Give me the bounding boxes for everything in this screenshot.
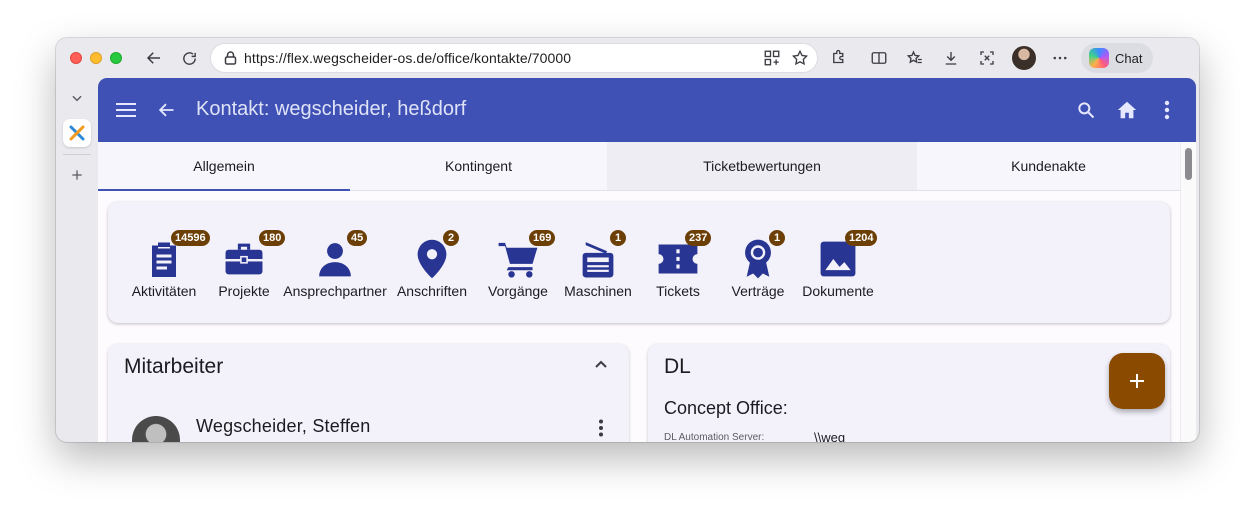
field-value: \\weg [814,430,846,442]
page-viewport: Kontakt: wegscheider, heßdorf Allgemein … [98,78,1196,442]
copilot-chat-button[interactable]: Chat [1081,43,1153,73]
scrollbar-thumb[interactable] [1185,148,1192,180]
tab-bar: Allgemein Kontingent Ticketbewertungen K… [98,142,1180,191]
tab-kundenakte[interactable]: Kundenakte [917,142,1180,190]
favorite-star-icon[interactable] [791,49,809,72]
quick-access-card: 14596 Aktivitäten 180 Projekte 45 Anspre… [108,202,1170,323]
card-title: DL [664,355,691,378]
lock-icon[interactable] [222,50,238,66]
new-tab-plus-icon[interactable] [63,161,91,189]
back-icon[interactable] [142,46,166,70]
copilot-icon [1089,48,1109,68]
quick-item-label: Ansprechpartner [283,283,387,299]
tab-label: Kundenakte [1011,158,1086,174]
employee-more-icon[interactable] [589,416,613,440]
favorites-icon[interactable] [904,47,926,69]
back-arrow-icon[interactable] [154,98,178,122]
quick-item-label: Dokumente [802,283,874,299]
menu-icon[interactable] [114,98,138,122]
tab-allgemein[interactable]: Allgemein [98,142,350,190]
reload-icon[interactable] [177,46,201,70]
search-icon[interactable] [1074,98,1098,122]
employee-name[interactable]: Wegscheider, Steffen [196,416,370,437]
profile-avatar[interactable] [1012,46,1036,70]
collapse-chevron-up-icon[interactable] [589,352,613,376]
employee-avatar[interactable] [132,416,180,442]
tab-label: Allgemein [193,158,255,174]
close-window-button[interactable] [70,52,82,64]
tab-label: Kontingent [445,158,512,174]
browser-window: https://flex.wegscheider-os.de/office/ko… [56,38,1199,442]
active-tab-indicator [98,189,350,191]
quick-item-ansprechpartner[interactable]: 45 Ansprechpartner [280,230,390,310]
section-subtitle: Concept Office: [664,398,788,418]
address-bar[interactable]: https://flex.wegscheider-os.de/office/ko… [210,43,818,73]
app-available-icon[interactable] [763,49,781,72]
add-fab-button[interactable] [1109,353,1165,409]
tab-separator [63,154,91,155]
page-title: Kontakt: wegscheider, heßdorf [196,98,467,120]
employees-card: Mitarbeiter Wegscheider, Steffen [108,344,629,442]
screenshot-icon[interactable] [976,47,998,69]
quick-item-dokumente[interactable]: 1204 Dokumente [783,230,893,310]
maximize-window-button[interactable] [110,52,122,64]
more-options-icon[interactable] [1049,47,1071,69]
chat-label: Chat [1115,50,1143,66]
field-label: DL Automation Server: [664,432,765,442]
minimize-window-button[interactable] [90,52,102,64]
count-badge: 45 [347,230,368,246]
tab-favicon-x-icon[interactable] [63,119,91,147]
split-screen-icon[interactable] [868,47,890,69]
dl-card: DL Concept Office: DL Automation Server:… [648,344,1170,442]
tab-ticketbewertungen[interactable]: Ticketbewertungen [607,142,917,190]
download-icon[interactable] [940,47,962,69]
tab-label: Ticketbewertungen [703,158,821,174]
page-scrollbar[interactable] [1180,142,1196,442]
app-bar: Kontakt: wegscheider, heßdorf [98,78,1196,142]
vertical-tab-strip [56,78,98,442]
tab-kontingent[interactable]: Kontingent [350,142,607,190]
url-text: https://flex.wegscheider-os.de/office/ko… [244,50,572,66]
extensions-icon[interactable] [828,47,850,69]
overflow-menu-icon[interactable] [1155,98,1179,122]
card-title: Mitarbeiter [124,355,224,378]
count-badge: 1204 [845,230,878,246]
home-icon[interactable] [1115,98,1139,122]
collapse-chevron-icon[interactable] [63,84,91,112]
briefcase-icon [223,238,265,280]
count-badge: 2 [443,230,459,246]
browser-toolbar: https://flex.wegscheider-os.de/office/ko… [56,38,1199,78]
